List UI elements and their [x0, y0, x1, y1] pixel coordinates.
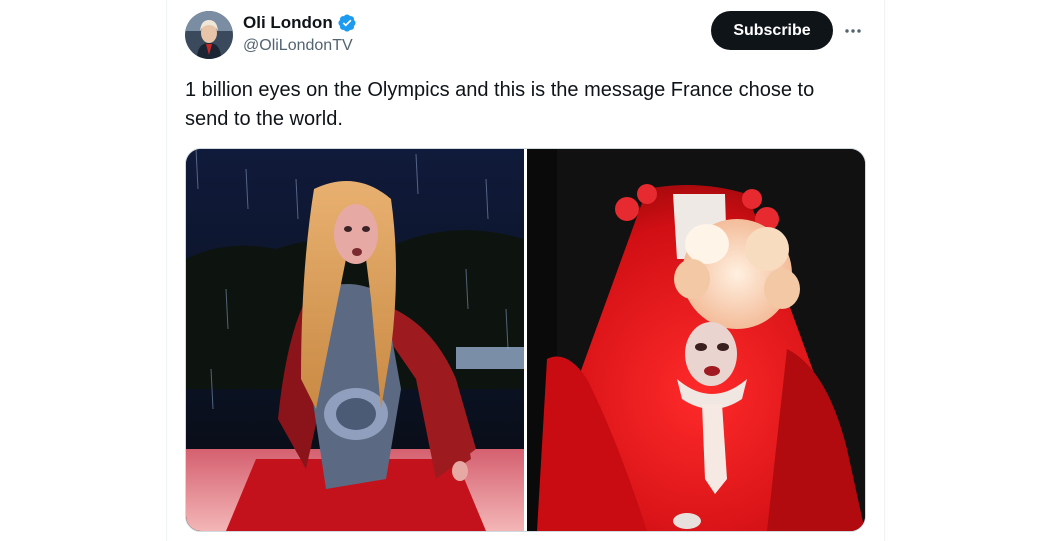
media-grid[interactable]: [185, 148, 866, 532]
more-horizontal-icon[interactable]: [839, 17, 867, 45]
user-handle[interactable]: @OliLondonTV: [243, 37, 353, 55]
display-name[interactable]: Oli London: [243, 13, 333, 33]
media-photo-2[interactable]: [527, 149, 865, 531]
avatar[interactable]: [185, 11, 233, 59]
timeline-border-right: [884, 0, 885, 541]
tweet[interactable]: Oli London @OliLondonTV Subscribe 1 bill…: [167, 0, 884, 541]
subscribe-button[interactable]: Subscribe: [711, 11, 833, 50]
tweet-text: 1 billion eyes on the Olympics and this …: [185, 79, 815, 130]
verified-badge-icon[interactable]: [337, 13, 357, 33]
media-photo-1[interactable]: [186, 149, 524, 531]
